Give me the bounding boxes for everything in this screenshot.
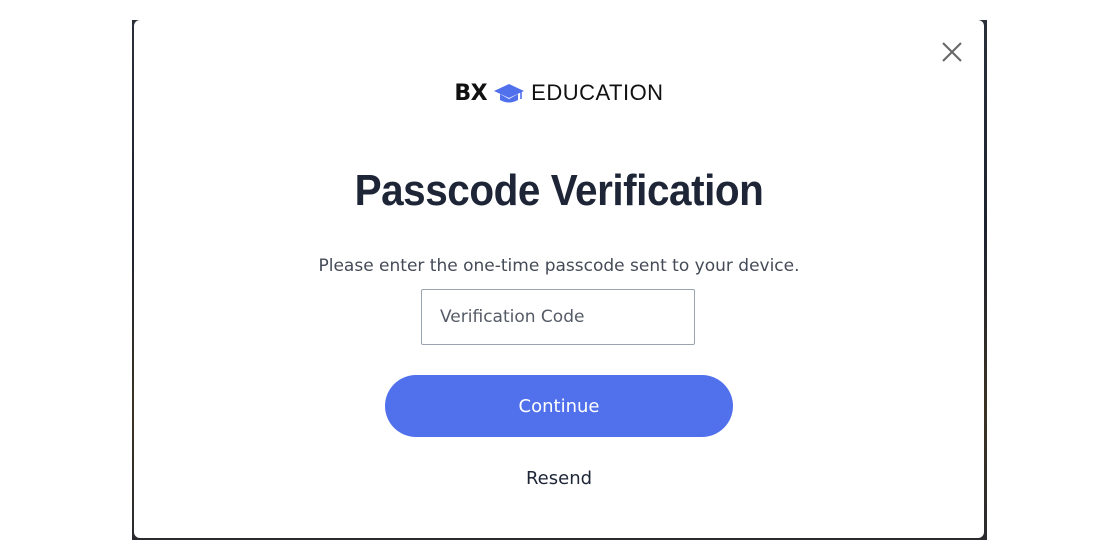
close-button[interactable]: [940, 40, 964, 64]
verification-code-input[interactable]: [421, 289, 695, 345]
instructions-text: Please enter the one-time passcode sent …: [318, 256, 800, 276]
brand-name: EDUCATION: [531, 80, 664, 105]
page: BX EDUCATION Passcode Verification Pleas…: [0, 0, 1120, 560]
passcode-modal: BX EDUCATION Passcode Verification Pleas…: [134, 20, 984, 538]
brand-logo: BX EDUCATION: [134, 80, 984, 106]
resend-link[interactable]: Resend: [134, 468, 984, 489]
brand-prefix: BX: [454, 80, 488, 106]
graduation-cap-icon: [493, 82, 525, 104]
page-title: Passcode Verification: [354, 166, 764, 215]
continue-button[interactable]: Continue: [385, 375, 733, 437]
close-icon: [942, 42, 962, 62]
